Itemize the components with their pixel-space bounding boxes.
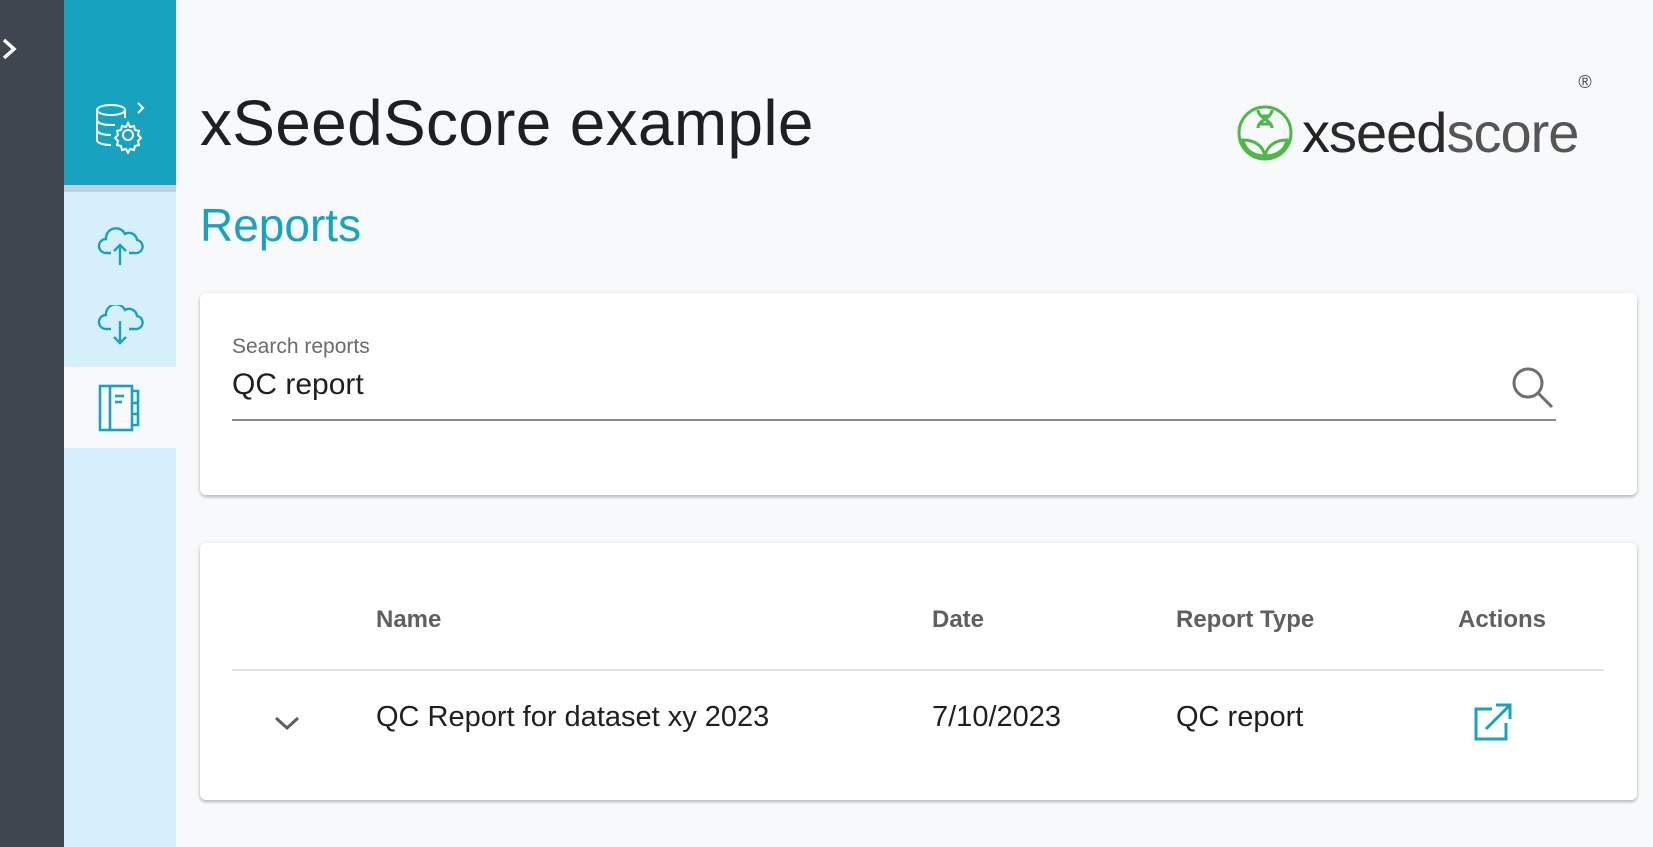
sidebar-item-download[interactable] [64,292,176,360]
header-divider [232,669,1604,671]
brand-logo: xseedscore ® [1236,72,1592,165]
logo-wordmark: xseedscore ® [1302,72,1592,165]
column-header-date[interactable]: Date [932,606,984,634]
logo-score: score [1446,101,1579,164]
registered-mark: ® [1578,72,1591,92]
column-header-report-type[interactable]: Report Type [1176,606,1314,634]
page-title: xSeedScore example [200,87,814,159]
sidebar-header[interactable] [64,0,176,185]
logo-seed: seed [1329,101,1447,164]
search-icon[interactable] [1508,363,1558,413]
cloud-upload-icon [97,227,144,265]
search-underline [232,419,1556,421]
chevron-down-icon[interactable] [272,713,302,733]
sidebar-divider [64,185,176,192]
report-date: 7/10/2023 [932,701,1062,733]
logo-x: x [1302,101,1330,164]
sidebar [64,0,176,847]
sidebar-item-reports[interactable] [64,367,176,448]
column-header-name[interactable]: Name [376,606,441,634]
notebook-icon [98,384,140,431]
column-header-actions: Actions [1458,606,1547,633]
report-type: QC report [1176,701,1304,733]
section-title: Reports [200,199,362,251]
database-settings-icon [96,102,145,154]
collapsed-rail [0,0,64,847]
search-label: Search reports [232,335,370,358]
sidebar-item-upload[interactable] [64,212,176,280]
cloud-download-icon [97,305,144,345]
search-input[interactable] [232,365,1512,405]
chevron-right-icon[interactable] [0,34,24,64]
open-external-icon[interactable] [1472,701,1514,743]
reports-table: Name Date Report Type Actions QC Report … [200,543,1637,800]
leaf-dna-icon [1237,105,1293,160]
report-name: QC Report for dataset xy 2023 [376,701,770,733]
search-card: Search reports [200,293,1637,495]
